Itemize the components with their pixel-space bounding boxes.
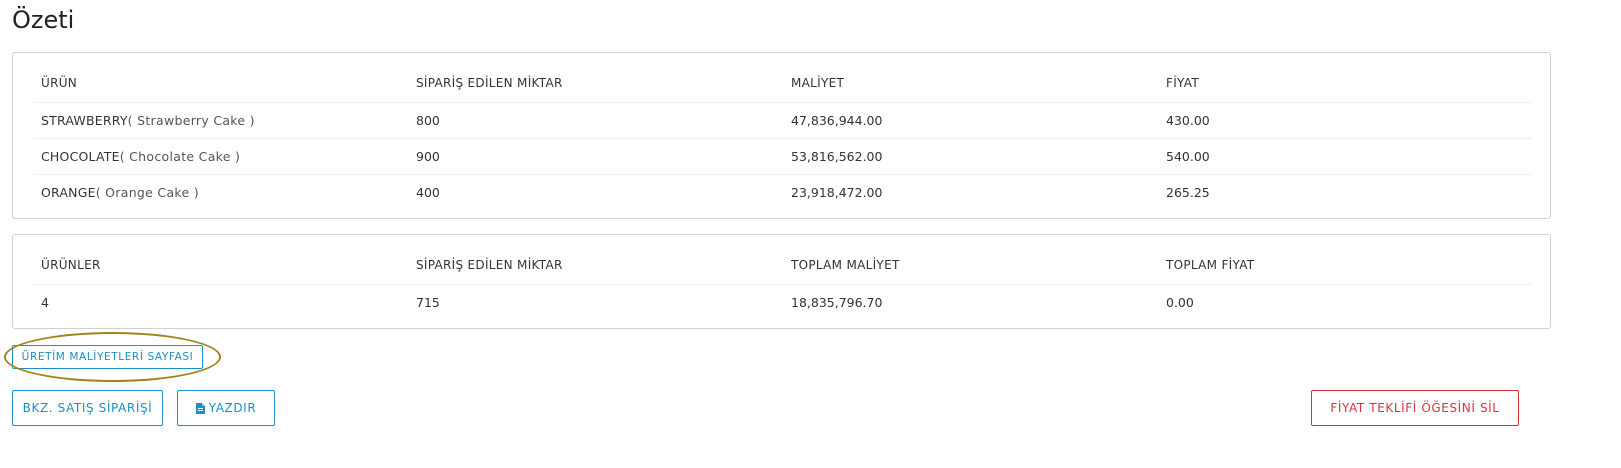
product-name: ( Orange Cake ) (95, 184, 199, 200)
price-cell: 540.00 (1158, 138, 1532, 175)
totals-table: ÜRÜNLER SİPARİŞ EDİLEN MİKTAR TOPLAM MAL… (33, 246, 1532, 320)
product-name: ( Chocolate Cake ) (119, 148, 241, 164)
quantity-cell: 900 (408, 138, 783, 175)
table-row: 4 715 18,835,796.70 0.00 (33, 284, 1532, 320)
product-cell: ORANGE( Orange Cake ) (33, 174, 408, 210)
quantity-cell: 715 (416, 294, 440, 310)
table-header-row: ÜRÜNLER SİPARİŞ EDİLEN MİKTAR TOPLAM MAL… (33, 246, 1532, 285)
table-row: ORANGE( Orange Cake ) 400 23,918,472.00 … (33, 174, 1532, 210)
column-header-quantity: SİPARİŞ EDİLEN MİKTAR (408, 246, 783, 285)
delete-quote-item-button[interactable]: FİYAT TEKLİFİ ÖĞESİNİ SİL (1311, 390, 1519, 426)
table-row: STRAWBERRY( Strawberry Cake ) 800 47,836… (33, 102, 1532, 139)
column-header-product: ÜRÜN (33, 64, 408, 103)
print-button[interactable]: YAZDIR (177, 390, 275, 426)
print-label: YAZDIR (208, 401, 257, 415)
product-cell: STRAWBERRY( Strawberry Cake ) (33, 102, 408, 139)
cost-cell: 47,836,944.00 (783, 102, 1158, 139)
total-price-cell: 0.00 (1166, 294, 1194, 310)
product-cell: CHOCOLATE( Chocolate Cake ) (33, 138, 408, 175)
price-cell: 265.25 (1166, 184, 1210, 200)
totals-panel: ÜRÜNLER SİPARİŞ EDİLEN MİKTAR TOPLAM MAL… (12, 234, 1551, 329)
quantity-cell: 800 (408, 102, 783, 139)
file-icon (195, 402, 205, 414)
column-header-quantity: SİPARİŞ EDİLEN MİKTAR (408, 64, 783, 103)
column-header-cost: MALİYET (783, 64, 1158, 103)
products-table: ÜRÜN SİPARİŞ EDİLEN MİKTAR MALİYET FİYAT… (33, 64, 1532, 210)
product-code: CHOCOLATE (41, 148, 120, 164)
table-header-row: ÜRÜN SİPARİŞ EDİLEN MİKTAR MALİYET FİYAT (33, 64, 1532, 103)
price-cell: 430.00 (1158, 102, 1532, 139)
column-header-total-cost: TOPLAM MALİYET (783, 246, 1158, 285)
products-panel: ÜRÜN SİPARİŞ EDİLEN MİKTAR MALİYET FİYAT… (12, 52, 1551, 219)
cost-cell: 23,918,472.00 (791, 184, 883, 200)
product-code: ORANGE (41, 184, 96, 200)
see-sales-order-button[interactable]: BKZ. SATIŞ SİPARİŞİ (12, 390, 163, 426)
table-row: CHOCOLATE( Chocolate Cake ) 900 53,816,5… (33, 138, 1532, 175)
page-title: Özeti (12, 6, 75, 34)
production-costs-page-button[interactable]: ÜRETİM MALİYETLERİ SAYFASI (12, 345, 203, 369)
column-header-total-price: TOPLAM FİYAT (1158, 246, 1532, 285)
cost-cell: 53,816,562.00 (783, 138, 1158, 175)
quantity-cell: 400 (416, 184, 440, 200)
products-count-cell: 4 (41, 294, 49, 310)
column-header-products: ÜRÜNLER (33, 246, 408, 285)
total-cost-cell: 18,835,796.70 (791, 294, 883, 310)
product-name: ( Strawberry Cake ) (127, 112, 255, 128)
product-code: STRAWBERRY (41, 112, 128, 128)
column-header-price: FİYAT (1158, 64, 1532, 103)
